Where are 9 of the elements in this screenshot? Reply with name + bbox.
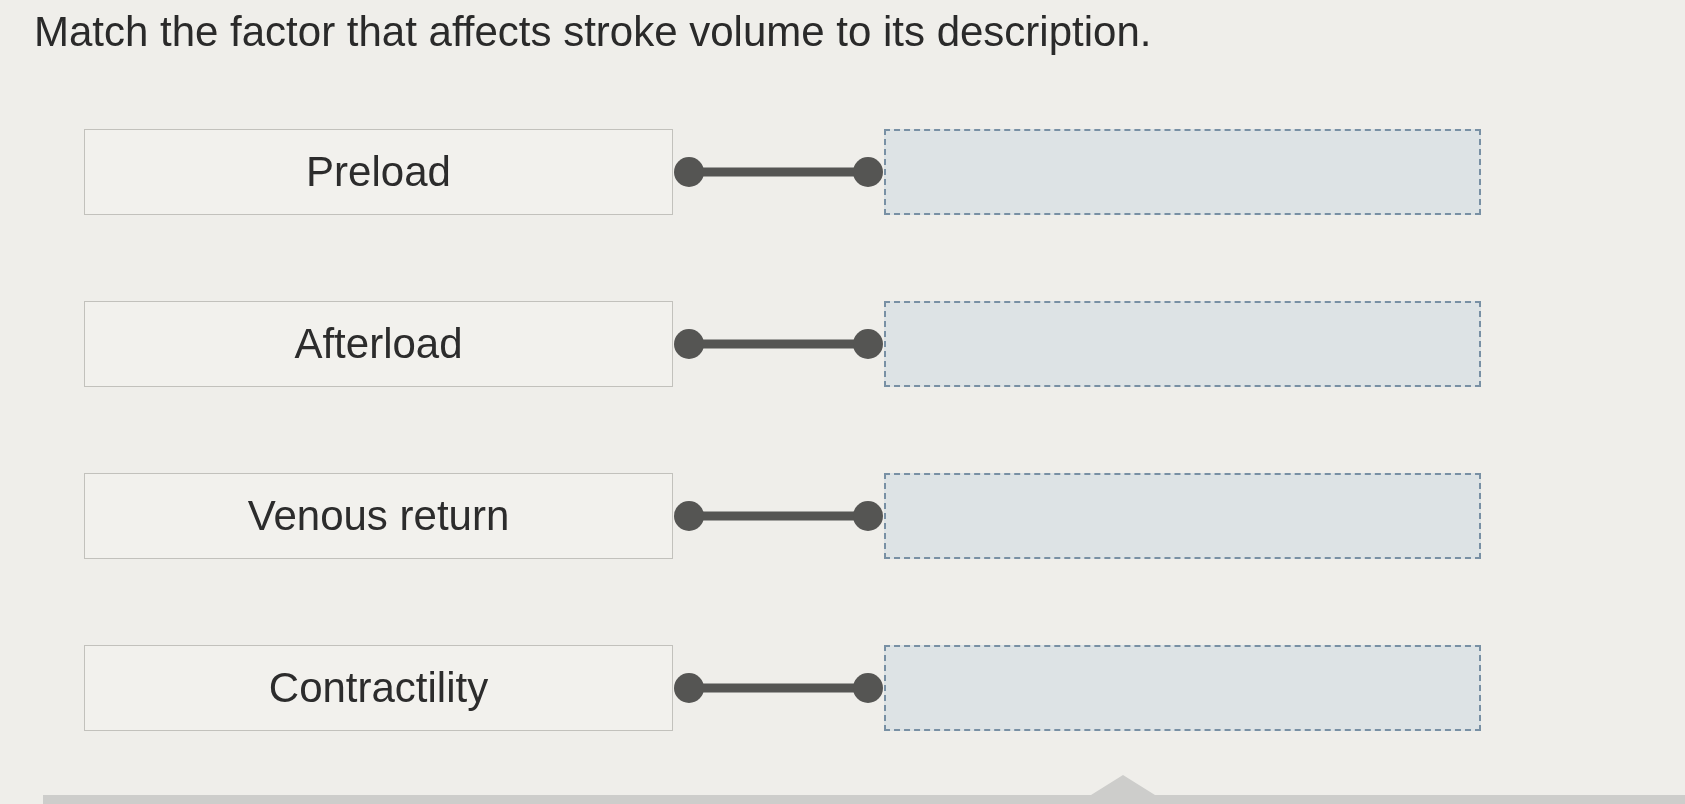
connector-icon[interactable] — [673, 156, 884, 188]
term-card[interactable]: Venous return — [84, 473, 673, 559]
connector-icon[interactable] — [673, 672, 884, 704]
term-card[interactable]: Afterload — [84, 301, 673, 387]
connector-icon[interactable] — [673, 328, 884, 360]
term-card[interactable]: Preload — [84, 129, 673, 215]
connector-icon[interactable] — [673, 500, 884, 532]
term-card[interactable]: Contractility — [84, 645, 673, 731]
question-text: Match the factor that affects stroke volume to its description. — [34, 7, 1152, 57]
